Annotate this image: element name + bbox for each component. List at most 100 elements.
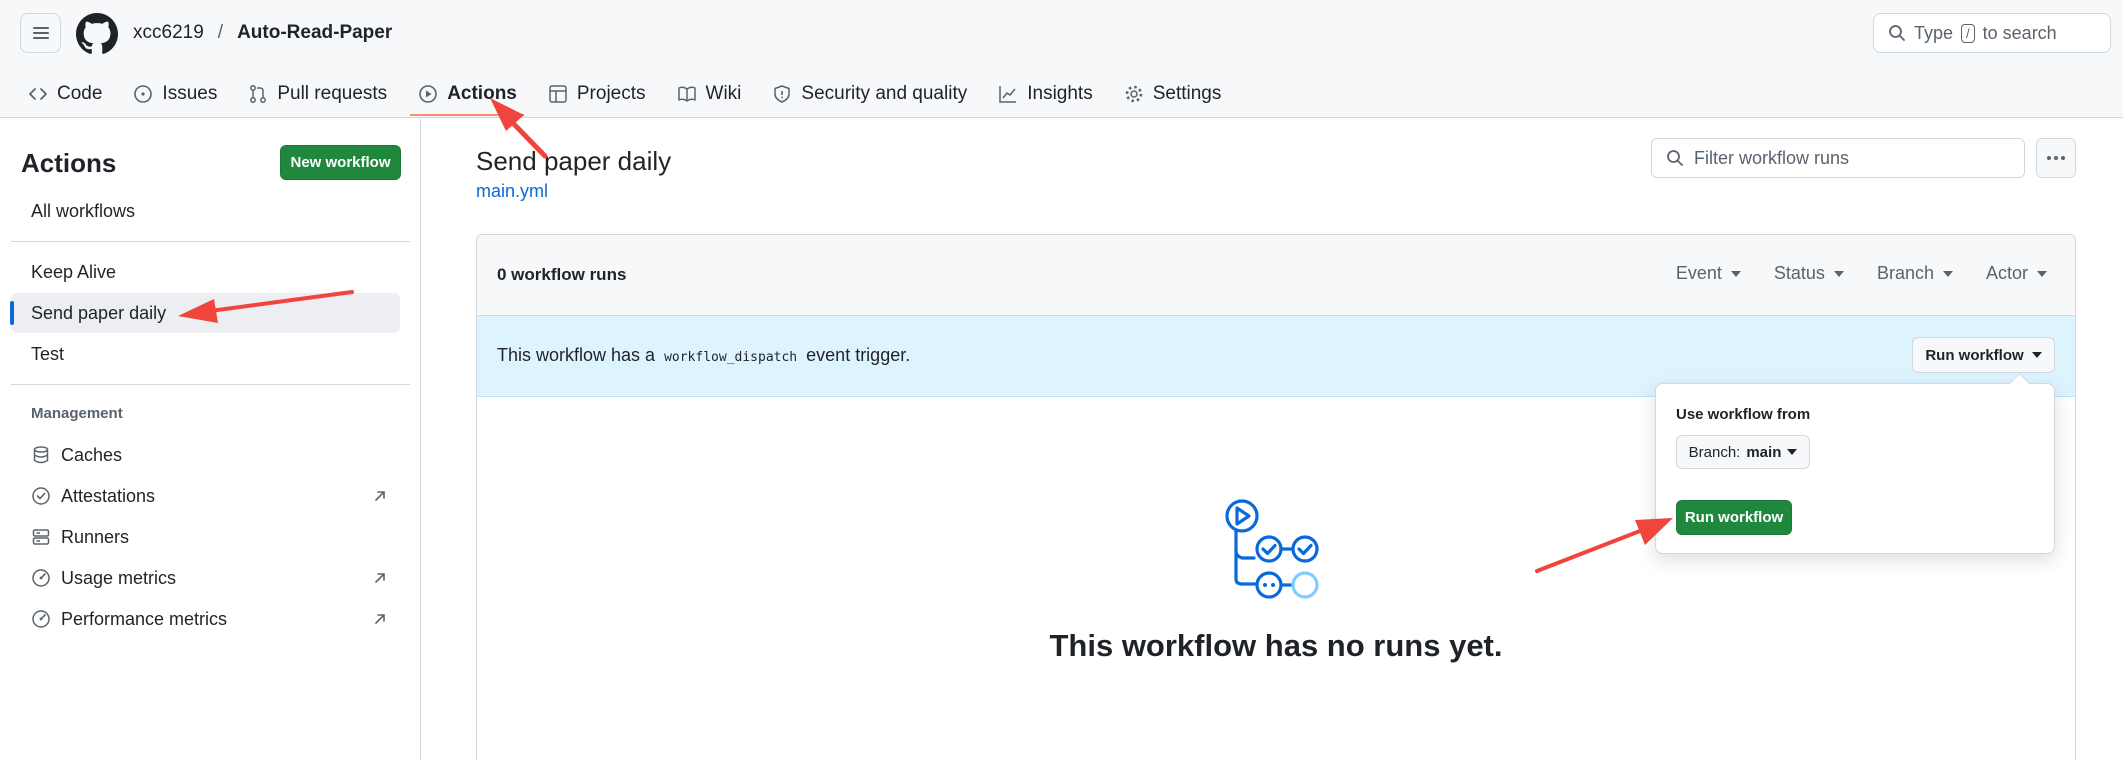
tab-issues[interactable]: Issues [133, 64, 232, 116]
gear-icon [1125, 85, 1143, 103]
caret-down-icon [2031, 352, 2042, 358]
external-link-icon [375, 614, 385, 624]
runs-header: 0 workflow runs Event Status Branch Acto… [477, 235, 2075, 316]
filter-branch-dropdown[interactable]: Branch [1877, 263, 1953, 284]
sidebar-item-label: All workflows [31, 200, 136, 221]
tab-settings-label: Settings [1152, 83, 1222, 104]
tab-pull-requests[interactable]: Pull requests [248, 64, 402, 116]
runs-count: 0 workflow runs [497, 265, 627, 284]
more-options-button[interactable] [2036, 138, 2076, 178]
meter-icon [32, 569, 50, 587]
server-icon [32, 529, 50, 545]
hamburger-icon [32, 27, 49, 39]
breadcrumb: xcc6219 / Auto-Read-Paper [133, 22, 392, 44]
issue-icon [134, 85, 153, 103]
caret-down-icon [1787, 449, 1798, 455]
tab-actions-label: Actions [447, 83, 517, 104]
tab-projects-label: Projects [576, 83, 646, 104]
filter-event-dropdown[interactable]: Event [1676, 263, 1741, 284]
filter-label: Actor [1985, 263, 2028, 283]
branch-select-button[interactable]: Branch: main [1676, 435, 1810, 469]
sidebar-item-attestations[interactable]: Attestations [11, 476, 400, 516]
sidebar-item-performance-metrics[interactable]: Performance metrics [11, 599, 400, 639]
tab-actions[interactable]: Actions [410, 64, 532, 116]
sidebar-item-caches[interactable]: Caches [11, 435, 400, 475]
dispatch-text-before: This workflow has a [497, 345, 656, 365]
external-link-icon [375, 491, 385, 501]
tab-settings[interactable]: Settings [1124, 64, 1237, 116]
hamburger-menu-button[interactable] [20, 13, 61, 53]
graph-icon [999, 86, 1017, 103]
book-icon [677, 86, 696, 102]
repo-nav-tabs: Code Issues Pull requests Actions Projec… [28, 64, 1252, 116]
caret-down-icon [1833, 270, 1844, 277]
sidebar-title: Actions [21, 148, 117, 178]
filter-workflow-runs-input[interactable]: Filter workflow runs [1651, 138, 2025, 178]
new-workflow-button[interactable]: New workflow [280, 145, 401, 180]
search-shortcut-key: / [1961, 23, 1975, 43]
search-icon [1889, 25, 1905, 41]
filter-label: Branch [1876, 263, 1934, 283]
sidebar-item-usage-metrics[interactable]: Usage metrics [11, 558, 400, 598]
run-workflow-dropdown-button[interactable]: Run workflow [1912, 337, 2055, 373]
sidebar-item-label: Runners [61, 526, 130, 547]
sidebar-item-test[interactable]: Test [11, 334, 400, 374]
caret-down-icon [1942, 270, 1953, 277]
verified-icon [32, 487, 50, 505]
runs-filters: Event Status Branch Actor [1676, 263, 2047, 284]
filter-actor-dropdown[interactable]: Actor [1986, 263, 2047, 284]
branch-value: main [1746, 443, 1782, 461]
sidebar-item-all-workflows[interactable]: All workflows [11, 191, 400, 231]
tab-security[interactable]: Security and quality [772, 64, 982, 116]
run-workflow-popover: Use workflow from Branch: main Run workf… [1655, 383, 2055, 554]
tab-insights[interactable]: Insights [998, 64, 1107, 116]
sidebar-item-label: Attestations [61, 485, 156, 506]
github-logo-icon[interactable] [76, 13, 118, 55]
repo-owner-link[interactable]: xcc6219 [133, 22, 204, 44]
meter-icon [32, 610, 50, 628]
tab-issues-label: Issues [162, 83, 218, 104]
tab-wiki-label: Wiki [705, 83, 742, 104]
workflow-empty-icon [1225, 499, 1319, 599]
branch-label: Branch: [1688, 443, 1741, 461]
filter-status-dropdown[interactable]: Status [1774, 263, 1844, 284]
filter-label: Event [1675, 263, 1722, 283]
search-suffix-text: to search [1982, 22, 2057, 43]
tab-code-label: Code [57, 83, 103, 104]
caret-down-icon [1730, 270, 1741, 277]
pull-request-icon [250, 85, 267, 103]
sidebar-item-label: Keep Alive [31, 261, 117, 282]
database-icon [33, 446, 49, 464]
management-heading: Management [31, 405, 123, 422]
tab-security-label: Security and quality [801, 83, 968, 104]
dispatch-message: This workflow has a workflow_dispatch ev… [497, 345, 910, 366]
search-prefix-text: Type [1914, 22, 1954, 43]
code-icon [29, 88, 47, 100]
tab-projects[interactable]: Projects [548, 64, 661, 116]
sidebar-item-label: Send paper daily [31, 302, 167, 323]
run-workflow-label: Run workflow [1925, 346, 2024, 364]
dispatch-text-after: event trigger. [806, 345, 911, 365]
run-workflow-submit-button[interactable]: Run workflow [1676, 500, 1792, 535]
global-search-input[interactable]: Type / to search [1873, 13, 2111, 53]
sidebar-item-keep-alive[interactable]: Keep Alive [11, 252, 400, 292]
tab-code[interactable]: Code [28, 64, 117, 116]
caret-down-icon [2037, 270, 2047, 277]
shield-icon [774, 85, 791, 103]
sidebar-item-label: Usage metrics [61, 567, 177, 588]
play-icon [419, 85, 437, 103]
sidebar-divider [11, 384, 410, 385]
workflow-title: Send paper daily [476, 146, 672, 176]
sidebar-item-send-paper-daily[interactable]: Send paper daily [10, 293, 400, 333]
filter-label: Status [1773, 263, 1825, 283]
repo-name-link[interactable]: Auto-Read-Paper [237, 22, 392, 44]
dispatch-code: workflow_dispatch [664, 350, 798, 365]
tab-insights-label: Insights [1027, 83, 1093, 104]
workflow-file-link[interactable]: main.yml [476, 181, 548, 202]
sidebar-item-runners[interactable]: Runners [11, 517, 400, 557]
tab-wiki[interactable]: Wiki [677, 64, 757, 116]
filter-placeholder: Filter workflow runs [1694, 147, 1850, 168]
sidebar-item-label: Test [31, 343, 65, 364]
empty-state-message: This workflow has no runs yet. [1049, 628, 1503, 663]
search-icon [1667, 150, 1683, 166]
